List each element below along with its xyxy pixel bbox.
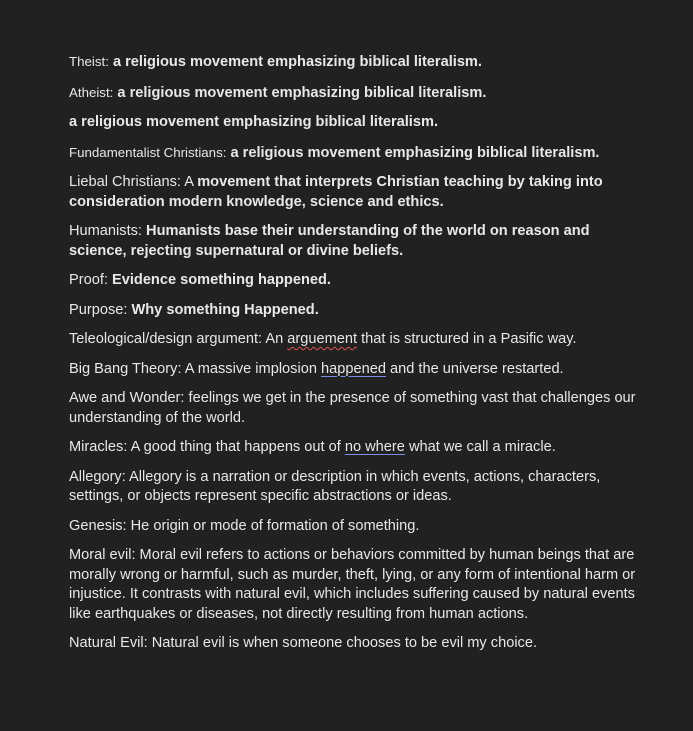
entry-teleological-argument: Teleological/design argument: An argueme… — [69, 330, 643, 350]
misspelled-word[interactable]: arguement — [287, 331, 357, 347]
grammar-flagged-word[interactable]: happened — [321, 361, 386, 377]
entry-term: Miracles: A good thing that happens out … — [69, 439, 345, 455]
entry-term: Humanists: — [69, 223, 147, 239]
entry-proof: Proof: Evidence something happened. — [69, 271, 643, 291]
entry-liberal-christians: Liebal Christians: A movement that inter… — [69, 173, 643, 212]
entry-term: Liebal Christians: A — [69, 174, 198, 190]
entry-miracles: Miracles: A good thing that happens out … — [69, 438, 643, 458]
entry-text: Genesis: He origin or mode of formation … — [69, 517, 420, 534]
entry-definition: Why something Happened. — [131, 301, 319, 318]
entry-definition: Humanists base their understanding of th… — [69, 223, 590, 259]
entry-allegory: Allegory: Allegory is a narration or des… — [69, 468, 643, 507]
entry-text: Awe and Wonder: feelings we get in the p… — [69, 390, 636, 426]
entry-definition: Evidence something happened. — [112, 272, 331, 288]
entry-term: Purpose: — [69, 301, 132, 318]
entry-theist: Theist: a religious movement emphasizing… — [69, 52, 643, 73]
entry-text: Allegory: Allegory is a narration or des… — [69, 468, 601, 505]
grammar-flagged-word[interactable]: no where — [345, 439, 405, 455]
entry-rest: that is structured in a Pasific way. — [357, 331, 577, 347]
entry-big-bang-theory: Big Bang Theory: A massive implosion hap… — [69, 360, 643, 380]
document-page: Theist: a religious movement emphasizing… — [0, 0, 693, 731]
entry-atheist: Atheist: a religious movement emphasizin… — [69, 83, 643, 104]
entry-rest: and the universe restarted. — [385, 360, 564, 377]
entry-text: Moral evil: Moral evil refers to actions… — [69, 547, 636, 622]
entry-definition: a religious movement emphasizing biblica… — [113, 84, 487, 101]
entry-awe-and-wonder: Awe and Wonder: feelings we get in the p… — [69, 389, 643, 428]
entry-definition: a religious movement emphasizing biblica… — [69, 114, 439, 130]
entry-text: Natural Evil: Natural evil is when someo… — [69, 635, 538, 651]
entry-rest: what we call a miracle. — [404, 439, 556, 455]
entry-purpose: Purpose: Why something Happened. — [69, 301, 643, 321]
entry-term: Teleological/design argument: An — [69, 331, 288, 347]
entry-definition: a religious movement emphasizing biblica… — [108, 54, 482, 70]
entry-term: Big Bang Theory: A massive implosion — [69, 360, 322, 377]
entry-definition: a religious movement emphasizing biblica… — [226, 144, 600, 161]
entry-term: Fundamentalist Christians: — [69, 144, 227, 160]
entry-moral-evil: Moral evil: Moral evil refers to actions… — [69, 546, 643, 624]
entry-term: Proof: — [69, 272, 112, 288]
entry-untitled: a religious movement emphasizing biblica… — [69, 113, 643, 133]
entry-genesis: Genesis: He origin or mode of formation … — [69, 517, 643, 537]
entry-humanists: Humanists: Humanists base their understa… — [69, 222, 643, 261]
entry-term: Atheist: — [69, 84, 114, 100]
entry-fundamentalist-christians: Fundamentalist Christians: a religious m… — [69, 143, 643, 164]
entry-term: Theist: — [69, 54, 109, 69]
entry-natural-evil: Natural Evil: Natural evil is when someo… — [69, 634, 643, 654]
